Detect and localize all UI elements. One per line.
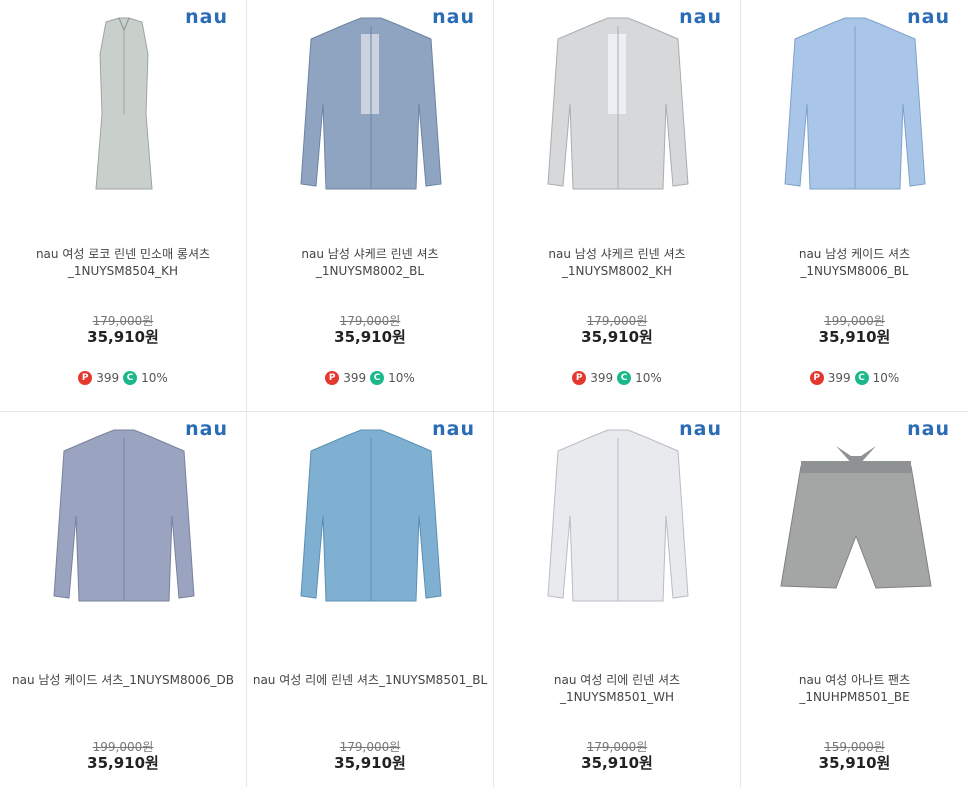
- sale-price: 35,910원: [87, 328, 159, 346]
- coupon-icon: C: [617, 371, 632, 385]
- point-value: 399: [96, 371, 120, 385]
- point-icon: P: [325, 371, 340, 385]
- benefit-badges: P 399 C 10%: [0, 371, 246, 385]
- product-image[interactable]: [40, 426, 207, 611]
- product-image[interactable]: [534, 14, 701, 199]
- benefit-badges: P 399 C 10%: [494, 371, 740, 385]
- product-card[interactable]: nau nau 남성 샤케르 린넨 셔츠 _1NUYSM8002_KH 179,…: [494, 0, 741, 412]
- coupon-value: 10%: [141, 371, 168, 385]
- product-card[interactable]: nau nau 여성 리에 린넨 셔츠 _1NUYSM8501_WH 179,0…: [494, 412, 741, 787]
- point-icon: P: [809, 371, 824, 385]
- product-title[interactable]: nau 여성 리에 린넨 셔츠 _1NUYSM8501_WH: [494, 672, 740, 706]
- product-image[interactable]: [287, 426, 454, 611]
- product-card[interactable]: nau nau 여성 로코 린넨 민소매 롱셔츠 _1NUYSM8504_KH …: [0, 0, 247, 412]
- product-grid: nau nau 여성 로코 린넨 민소매 롱셔츠 _1NUYSM8504_KH …: [0, 0, 968, 787]
- point-value: 399: [827, 371, 851, 385]
- point-icon: P: [572, 371, 587, 385]
- product-title[interactable]: nau 남성 샤케르 린넨 셔츠 _1NUYSM8002_BL: [247, 246, 493, 280]
- product-title[interactable]: nau 남성 케이드 셔츠_1NUYSM8006_BL: [741, 246, 968, 280]
- coupon-value: 10%: [872, 371, 900, 385]
- product-card[interactable]: nau nau 남성 케이드 셔츠_1NUYSM8006_BL 199,000원…: [741, 0, 968, 412]
- point-value: 399: [590, 371, 614, 385]
- product-title[interactable]: nau 남성 케이드 셔츠_1NUYSM8006_DB: [0, 672, 246, 689]
- product-title[interactable]: nau 여성 리에 린넨 셔츠_1NUYSM8501_BL: [247, 672, 493, 689]
- sale-price: 35,910원: [87, 754, 159, 772]
- point-value: 399: [343, 371, 367, 385]
- benefit-badges: P 399 C 10%: [741, 371, 968, 385]
- product-card[interactable]: nau nau 남성 샤케르 린넨 셔츠 _1NUYSM8002_BL 179,…: [247, 0, 494, 412]
- point-icon: P: [78, 371, 93, 385]
- benefit-badges: P 399 C 10%: [247, 371, 493, 385]
- coupon-icon: C: [123, 371, 138, 385]
- sale-price: 35,910원: [818, 328, 891, 346]
- product-title[interactable]: nau 남성 샤케르 린넨 셔츠 _1NUYSM8002_KH: [494, 246, 740, 280]
- product-card[interactable]: nau nau 여성 아나트 팬츠_1NUHPM8501_BE 159,000원…: [741, 412, 968, 787]
- product-title[interactable]: nau 여성 로코 린넨 민소매 롱셔츠 _1NUYSM8504_KH: [0, 246, 246, 280]
- product-image[interactable]: [534, 426, 701, 611]
- product-image[interactable]: [766, 426, 946, 611]
- product-card[interactable]: nau nau 여성 리에 린넨 셔츠_1NUYSM8501_BL 179,00…: [247, 412, 494, 787]
- sale-price: 35,910원: [334, 754, 406, 772]
- product-title[interactable]: nau 여성 아나트 팬츠_1NUHPM8501_BE: [741, 672, 968, 706]
- coupon-icon: C: [854, 371, 869, 385]
- sale-price: 35,910원: [818, 754, 891, 772]
- sale-price: 35,910원: [334, 328, 406, 346]
- sale-price: 35,910원: [581, 754, 653, 772]
- sale-price: 35,910원: [581, 328, 653, 346]
- product-image[interactable]: [287, 14, 454, 199]
- product-card[interactable]: nau nau 남성 케이드 셔츠_1NUYSM8006_DB 199,000원…: [0, 412, 247, 787]
- coupon-value: 10%: [635, 371, 662, 385]
- coupon-icon: C: [370, 371, 385, 385]
- product-image[interactable]: [771, 14, 938, 199]
- coupon-value: 10%: [388, 371, 415, 385]
- product-image[interactable]: [40, 14, 207, 199]
